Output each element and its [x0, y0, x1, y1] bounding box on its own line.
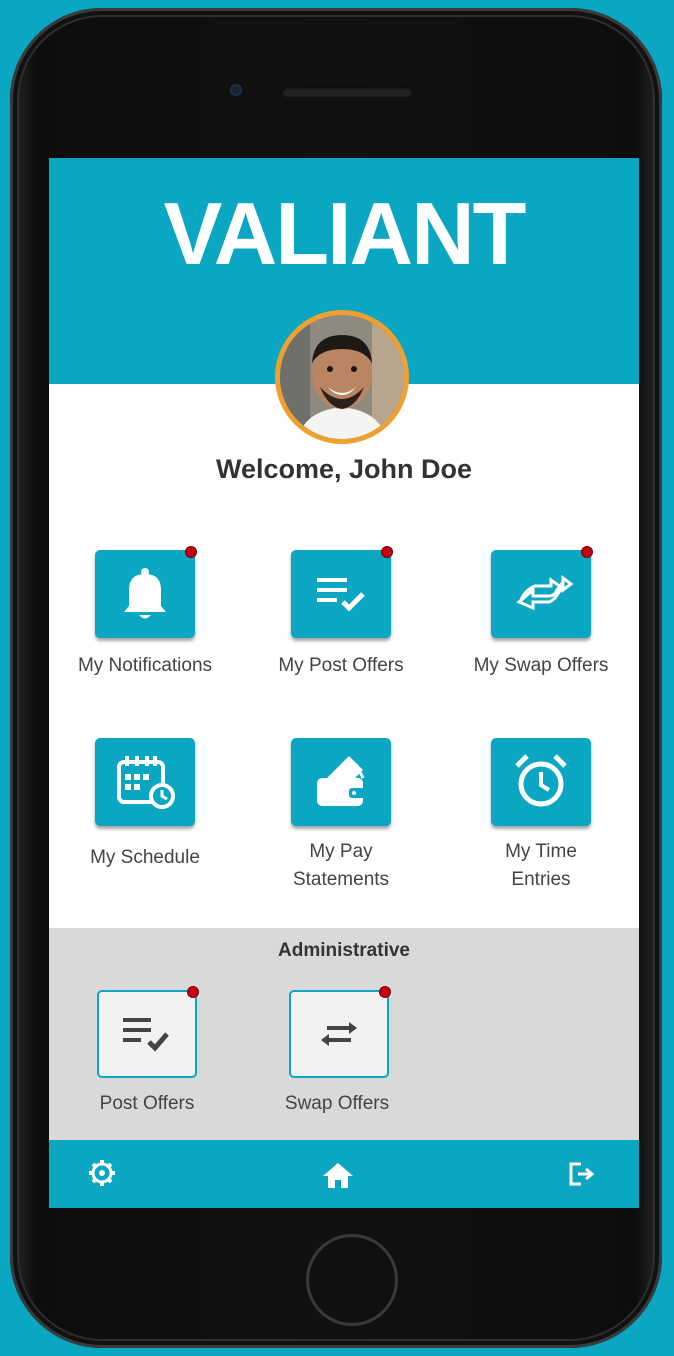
earpiece-speaker	[282, 87, 412, 97]
avatar-photo	[280, 315, 404, 439]
notification-badge	[185, 546, 197, 558]
app-screen: VALIANT Welcome, John Doe My Notificatio…	[49, 158, 639, 1208]
swap-offers-tile[interactable]	[491, 546, 593, 638]
front-camera	[230, 84, 242, 96]
logout-icon[interactable]	[567, 1160, 597, 1188]
home-icon[interactable]	[321, 1160, 355, 1190]
tile-label-post-offers: My Post Offers	[278, 655, 404, 676]
bell-icon	[124, 568, 166, 619]
app-logo: VALIANT	[163, 184, 527, 283]
alarm-clock-icon	[515, 754, 567, 807]
calendar-clock-icon	[117, 756, 175, 809]
tile-label-time-entries: My Time Entries	[451, 838, 631, 894]
tile-label-schedule: My Schedule	[90, 847, 200, 868]
pay-statements-tile[interactable]	[291, 738, 391, 826]
bottom-nav	[49, 1140, 639, 1208]
admin-label-post-offers: Post Offers	[99, 1093, 195, 1114]
notification-badge	[581, 546, 593, 558]
tile-label-line: Statements	[292, 869, 390, 890]
tile-label-pay-statements: My Pay Statements	[251, 838, 431, 894]
notification-badge	[187, 986, 199, 998]
list-check-icon	[123, 1018, 169, 1052]
tile-label-line: Entries	[511, 869, 571, 890]
notification-badge	[379, 986, 391, 998]
admin-swap-offers-tile[interactable]	[289, 986, 391, 1078]
tile-label-swap-offers: My Swap Offers	[473, 655, 609, 676]
schedule-tile[interactable]	[95, 738, 195, 826]
post-offers-tile[interactable]	[291, 546, 393, 638]
administrative-section: Administrative Post Offers Swap Offers	[49, 928, 639, 1140]
avatar[interactable]	[275, 310, 409, 444]
administrative-title: Administrative	[278, 940, 410, 961]
swap-arrows-icon	[516, 575, 574, 611]
time-entries-tile[interactable]	[491, 738, 591, 826]
home-hardware-button[interactable]	[306, 1234, 398, 1326]
admin-post-offers-tile[interactable]	[97, 986, 199, 1078]
gear-icon[interactable]	[87, 1158, 117, 1188]
notifications-tile[interactable]	[95, 546, 197, 638]
swap-arrows-icon	[321, 1022, 357, 1046]
wallet-icon	[317, 756, 365, 806]
tile-label-line: My Time	[505, 841, 577, 862]
tile-label-line: My Pay	[309, 841, 373, 862]
notification-badge	[381, 546, 393, 558]
welcome-text: Welcome, John Doe	[215, 454, 473, 484]
admin-label-swap-offers: Swap Offers	[284, 1093, 390, 1114]
tile-label-notifications: My Notifications	[77, 655, 213, 676]
list-check-icon	[317, 578, 365, 612]
